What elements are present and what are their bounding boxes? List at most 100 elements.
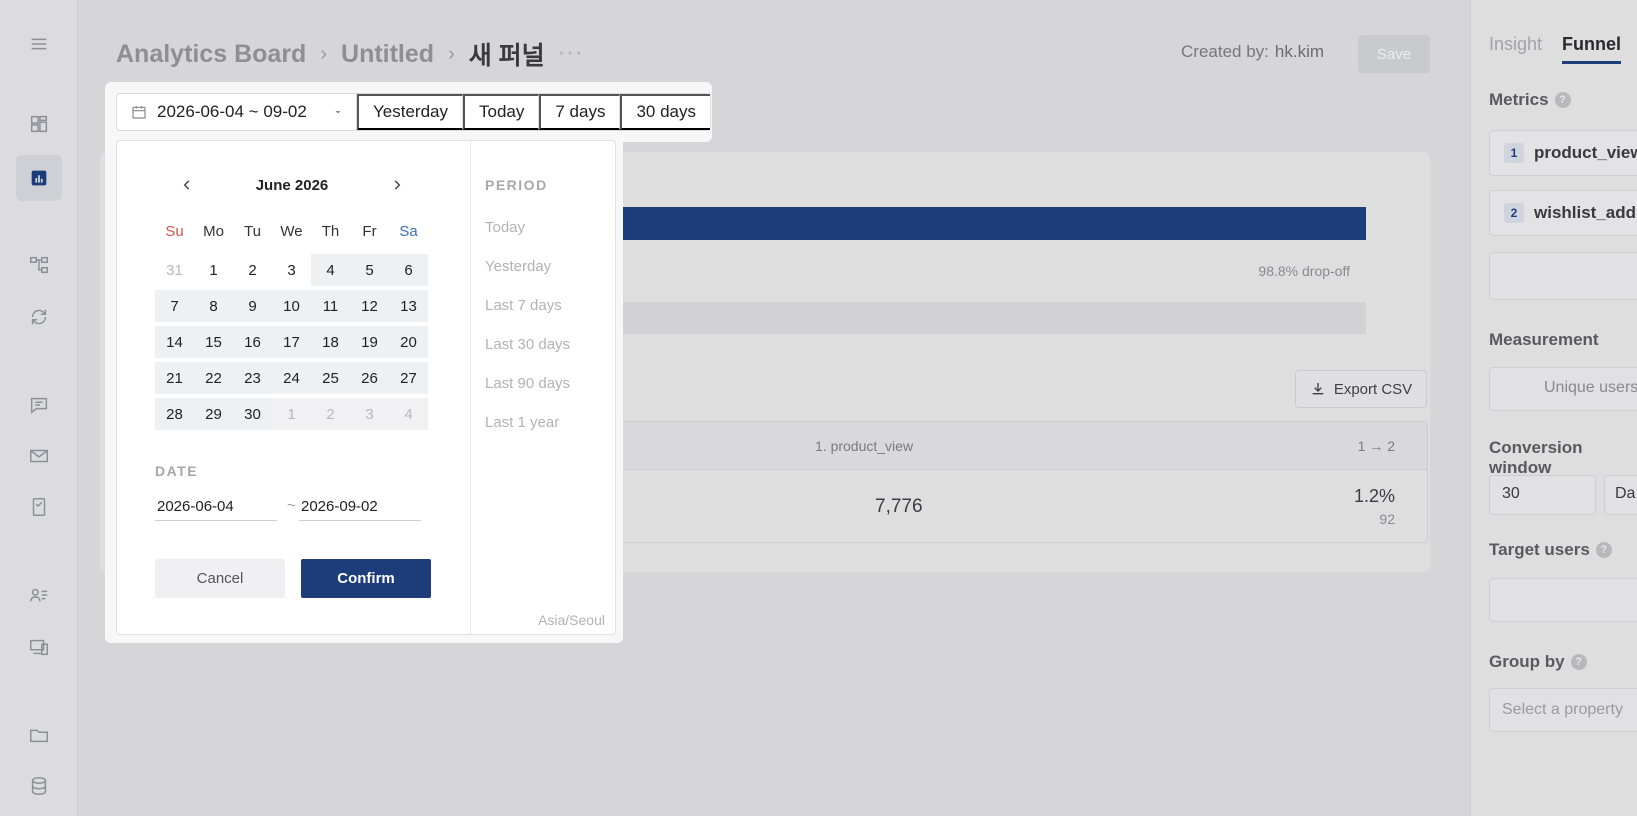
calendar-day[interactable]: 24	[272, 362, 311, 394]
help-icon[interactable]: ?	[1554, 92, 1571, 108]
calendar-day[interactable]: 27	[389, 362, 428, 394]
folder-icon[interactable]	[27, 723, 51, 747]
cell-conversion: 1.2% 92	[1354, 486, 1395, 527]
date-picker-panel: June 2026 Su Mo Tu We Th Fr Sa 31 1 2 3 4 5 6 7 8 9 10 11…	[116, 140, 616, 635]
calendar-day[interactable]: 5	[350, 254, 389, 286]
calendar-day[interactable]: 18	[311, 326, 350, 358]
calendar-day[interactable]: 1	[272, 398, 311, 430]
date-range-select[interactable]: 2026-06-04 ~ 09-02	[117, 94, 357, 130]
calendar-day[interactable]: 10	[272, 290, 311, 322]
add-target-users-button[interactable]: +	[1489, 578, 1637, 622]
flow-icon[interactable]	[27, 253, 51, 277]
calendar-day[interactable]: 14	[155, 326, 194, 358]
prev-month-button[interactable]	[177, 175, 197, 195]
message-icon[interactable]	[27, 393, 51, 417]
dropoff-label: 98.8% drop-off	[1258, 263, 1350, 279]
day-grid: 31 1 2 3 4 5 6 7 8 9 10 11 12 13 14 15 16 17 18 19 20 21 22 23 2…	[155, 252, 428, 432]
calendar-day[interactable]: 7	[155, 290, 194, 322]
period-option[interactable]: Today	[485, 219, 570, 258]
calendar-day[interactable]: 25	[311, 362, 350, 394]
target-users-heading: Target users?	[1489, 540, 1612, 560]
calendar-day[interactable]: 1	[194, 254, 233, 286]
calendar-day[interactable]: 23	[233, 362, 272, 394]
period-option[interactable]: Yesterday	[485, 258, 570, 297]
save-button[interactable]: Save	[1358, 35, 1430, 73]
cancel-button[interactable]: Cancel	[155, 559, 285, 598]
start-date-input[interactable]	[155, 493, 277, 521]
quick-today-button[interactable]: Today	[462, 94, 540, 130]
calendar-day[interactable]: 4	[311, 254, 350, 286]
calendar-day[interactable]: 21	[155, 362, 194, 394]
metric-item[interactable]: 1 product_view	[1489, 130, 1637, 176]
calendar-day[interactable]: 12	[350, 290, 389, 322]
calendar-day[interactable]: 29	[194, 398, 233, 430]
help-icon[interactable]: ?	[1595, 542, 1612, 558]
calendar-day[interactable]: 26	[350, 362, 389, 394]
tab-insight[interactable]: Insight	[1489, 34, 1542, 64]
period-option[interactable]: Last 30 days	[485, 336, 570, 375]
period-list: Today Yesterday Last 7 days Last 30 days Las…	[485, 219, 570, 453]
calendar-day[interactable]: 11	[311, 290, 350, 322]
document-icon[interactable]	[27, 495, 51, 519]
menu-icon[interactable]	[27, 32, 51, 56]
calendar-day[interactable]: 19	[350, 326, 389, 358]
calendar-day[interactable]: 3	[350, 398, 389, 430]
devices-icon[interactable]	[27, 635, 51, 659]
period-option[interactable]: Last 1 year	[485, 414, 570, 453]
add-metric-box[interactable]	[1489, 252, 1637, 300]
date-label: DATE	[155, 463, 199, 479]
calendar-day[interactable]: 8	[194, 290, 233, 322]
calendar-day[interactable]: 28	[155, 398, 194, 430]
conversion-unit-select[interactable]: Da	[1604, 475, 1637, 515]
calendar-day[interactable]: 22	[194, 362, 233, 394]
created-by-label: Created by:	[1181, 42, 1269, 61]
funnel-bar-step-2[interactable]	[600, 302, 1366, 334]
user-list-icon[interactable]	[27, 583, 51, 607]
next-month-button[interactable]	[387, 175, 407, 195]
calendar-day[interactable]: 17	[272, 326, 311, 358]
funnel-bar-step-1[interactable]	[600, 207, 1366, 240]
quick-30-days-button[interactable]: 30 days	[620, 94, 710, 130]
range-separator: ~	[287, 497, 296, 514]
calendar-day[interactable]: 3	[272, 254, 311, 286]
more-icon[interactable]: ···	[559, 43, 585, 66]
calendar-day[interactable]: 6	[389, 254, 428, 286]
month-title: June 2026	[255, 176, 329, 194]
help-icon[interactable]: ?	[1570, 654, 1587, 670]
calendar-day[interactable]: 4	[389, 398, 428, 430]
created-by-user: hk.kim	[1274, 42, 1325, 61]
calendar-day[interactable]: 2	[311, 398, 350, 430]
page-title[interactable]: 새 퍼널	[469, 36, 545, 72]
calendar-day[interactable]: 30	[233, 398, 272, 430]
metric-item[interactable]: 2 wishlist_add	[1489, 190, 1637, 236]
end-date-input[interactable]	[299, 493, 421, 521]
database-icon[interactable]	[27, 774, 51, 798]
calendar-day[interactable]: 31	[155, 254, 194, 286]
breadcrumb-item-untitled[interactable]: Untitled	[341, 40, 434, 69]
calendar: June 2026 Su Mo Tu We Th Fr Sa 31 1 2 3 4 5 6 7 8 9 10 11…	[117, 141, 470, 634]
group-by-select[interactable]: Select a property	[1489, 688, 1637, 732]
retention-icon[interactable]	[27, 305, 51, 329]
breadcrumb-item-board[interactable]: Analytics Board	[116, 40, 306, 69]
mail-icon[interactable]	[27, 444, 51, 468]
calendar-day[interactable]: 20	[389, 326, 428, 358]
quick-yesterday-button[interactable]: Yesterday	[357, 94, 463, 130]
calendar-day[interactable]: 13	[389, 290, 428, 322]
right-panel: Insight Funnel Metrics? 1 product_view 2…	[1470, 0, 1637, 816]
calendar-day[interactable]: 9	[233, 290, 272, 322]
weekday-header: Su Mo Tu We Th Fr Sa	[155, 223, 428, 240]
dashboard-icon[interactable]	[27, 112, 51, 136]
export-csv-button[interactable]: Export CSV	[1295, 370, 1427, 408]
conversion-window-input[interactable]: 30	[1489, 475, 1596, 515]
measurement-select[interactable]: Unique users	[1489, 367, 1637, 411]
confirm-button[interactable]: Confirm	[301, 559, 431, 598]
period-option[interactable]: Last 7 days	[485, 297, 570, 336]
column-header-conversion: 1 → 2	[1357, 438, 1395, 454]
quick-7-days-button[interactable]: 7 days	[539, 94, 621, 130]
period-option[interactable]: Last 90 days	[485, 375, 570, 414]
calendar-day[interactable]: 15	[194, 326, 233, 358]
calendar-day[interactable]: 16	[233, 326, 272, 358]
tab-funnel[interactable]: Funnel	[1562, 34, 1622, 64]
chart-icon[interactable]	[16, 155, 62, 201]
calendar-day[interactable]: 2	[233, 254, 272, 286]
